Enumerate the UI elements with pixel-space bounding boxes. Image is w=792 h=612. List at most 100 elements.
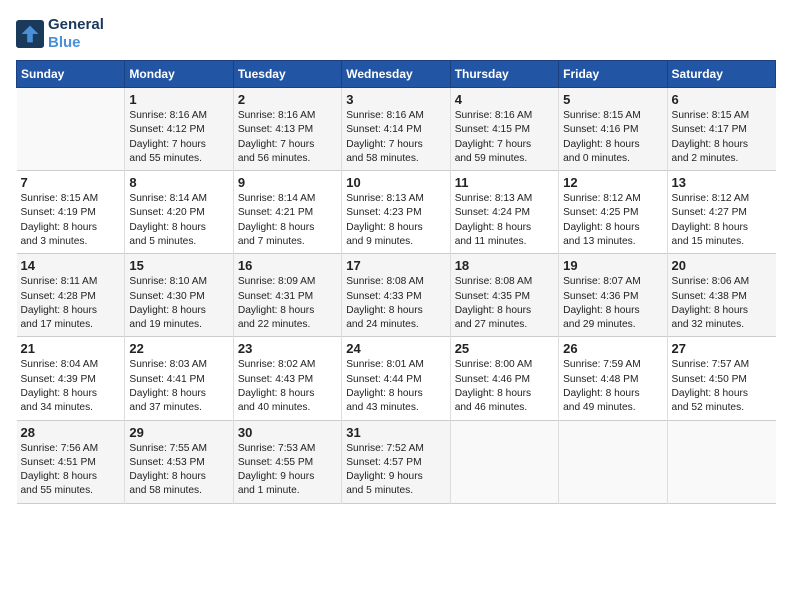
- day-number: 4: [455, 92, 554, 107]
- day-number: 2: [238, 92, 337, 107]
- calendar-cell: 6 Sunrise: 8:15 AM Sunset: 4:17 PM Daylig…: [667, 88, 775, 171]
- header-row: SundayMondayTuesdayWednesdayThursdayFrid…: [17, 61, 776, 88]
- day-number: 27: [672, 341, 772, 356]
- cell-content: Sunrise: 7:53 AM Sunset: 4:55 PM Dayligh…: [238, 442, 337, 499]
- day-number: 25: [455, 341, 554, 356]
- day-number: 1: [129, 92, 228, 107]
- cell-content: Sunrise: 8:16 AM Sunset: 4:12 PM Dayligh…: [129, 109, 228, 166]
- day-number: 8: [129, 175, 228, 190]
- cell-content: Sunrise: 8:15 AM Sunset: 4:17 PM Dayligh…: [672, 109, 772, 166]
- calendar-cell: 17Sunrise: 8:08 AM Sunset: 4:33 PM Dayli…: [342, 254, 450, 337]
- cell-content: Sunrise: 8:11 AM Sunset: 4:28 PM Dayligh…: [21, 275, 121, 332]
- calendar-cell: 29Sunrise: 7:55 AM Sunset: 4:53 PM Dayli…: [125, 420, 233, 503]
- day-number: 17: [346, 258, 445, 273]
- cell-content: Sunrise: 8:09 AM Sunset: 4:31 PM Dayligh…: [238, 275, 337, 332]
- calendar-cell: 18 Sunrise: 8:08 AM Sunset: 4:35 PM Dayli…: [450, 254, 558, 337]
- cell-content: Sunrise: 8:12 AM Sunset: 4:25 PM Dayligh…: [563, 192, 662, 249]
- day-number: 6: [672, 92, 772, 107]
- cell-content: Sunrise: 8:06 AM Sunset: 4:38 PM Dayligh…: [672, 275, 772, 332]
- cell-content: Sunrise: 8:08 AM Sunset: 4:35 PM Dayligh…: [455, 275, 554, 332]
- calendar-cell: 1 Sunrise: 8:16 AM Sunset: 4:12 PM Daylig…: [125, 88, 233, 171]
- week-row-5: 28 Sunrise: 7:56 AM Sunset: 4:51 PM Dayli…: [17, 420, 776, 503]
- day-number: 28: [21, 425, 121, 440]
- calendar-cell: 15 Sunrise: 8:10 AM Sunset: 4:30 PM Dayli…: [125, 254, 233, 337]
- day-number: 21: [21, 341, 121, 356]
- header: General Blue: [16, 16, 776, 52]
- day-number: 30: [238, 425, 337, 440]
- cell-content: Sunrise: 8:16 AM Sunset: 4:15 PM Dayligh…: [455, 109, 554, 166]
- week-row-4: 21Sunrise: 8:04 AM Sunset: 4:39 PM Dayli…: [17, 337, 776, 420]
- calendar-cell: 16 Sunrise: 8:09 AM Sunset: 4:31 PM Dayli…: [233, 254, 341, 337]
- day-number: 18: [455, 258, 554, 273]
- day-number: 19: [563, 258, 662, 273]
- week-row-2: 7Sunrise: 8:15 AM Sunset: 4:19 PM Daylig…: [17, 171, 776, 254]
- cell-content: Sunrise: 7:57 AM Sunset: 4:50 PM Dayligh…: [672, 358, 772, 415]
- cell-content: Sunrise: 7:52 AM Sunset: 4:57 PM Dayligh…: [346, 442, 445, 499]
- cell-content: Sunrise: 8:14 AM Sunset: 4:20 PM Dayligh…: [129, 192, 228, 249]
- day-number: 20: [672, 258, 772, 273]
- cell-content: Sunrise: 8:16 AM Sunset: 4:13 PM Dayligh…: [238, 109, 337, 166]
- day-number: 5: [563, 92, 662, 107]
- cell-content: Sunrise: 8:12 AM Sunset: 4:27 PM Dayligh…: [672, 192, 772, 249]
- cell-content: Sunrise: 7:56 AM Sunset: 4:51 PM Dayligh…: [21, 442, 121, 499]
- calendar-cell: 8 Sunrise: 8:14 AM Sunset: 4:20 PM Daylig…: [125, 171, 233, 254]
- cell-content: Sunrise: 8:07 AM Sunset: 4:36 PM Dayligh…: [563, 275, 662, 332]
- day-number: 9: [238, 175, 337, 190]
- day-number: 3: [346, 92, 445, 107]
- calendar-cell: 19 Sunrise: 8:07 AM Sunset: 4:36 PM Dayli…: [559, 254, 667, 337]
- day-number: 11: [455, 175, 554, 190]
- calendar-cell: 9 Sunrise: 8:14 AM Sunset: 4:21 PM Daylig…: [233, 171, 341, 254]
- cell-content: Sunrise: 8:16 AM Sunset: 4:14 PM Dayligh…: [346, 109, 445, 166]
- calendar-cell: 24Sunrise: 8:01 AM Sunset: 4:44 PM Dayli…: [342, 337, 450, 420]
- day-number: 15: [129, 258, 228, 273]
- calendar-cell: 2 Sunrise: 8:16 AM Sunset: 4:13 PM Daylig…: [233, 88, 341, 171]
- day-number: 13: [672, 175, 772, 190]
- column-header-saturday: Saturday: [667, 61, 775, 88]
- day-number: 29: [129, 425, 228, 440]
- cell-content: Sunrise: 8:00 AM Sunset: 4:46 PM Dayligh…: [455, 358, 554, 415]
- calendar-cell: 10Sunrise: 8:13 AM Sunset: 4:23 PM Dayli…: [342, 171, 450, 254]
- calendar-cell: [17, 88, 125, 171]
- calendar-cell: 7Sunrise: 8:15 AM Sunset: 4:19 PM Daylig…: [17, 171, 125, 254]
- cell-content: Sunrise: 8:13 AM Sunset: 4:24 PM Dayligh…: [455, 192, 554, 249]
- calendar-cell: 12 Sunrise: 8:12 AM Sunset: 4:25 PM Dayli…: [559, 171, 667, 254]
- cell-content: Sunrise: 8:14 AM Sunset: 4:21 PM Dayligh…: [238, 192, 337, 249]
- cell-content: Sunrise: 8:02 AM Sunset: 4:43 PM Dayligh…: [238, 358, 337, 415]
- calendar-cell: 13 Sunrise: 8:12 AM Sunset: 4:27 PM Dayli…: [667, 171, 775, 254]
- day-number: 26: [563, 341, 662, 356]
- calendar-cell: 22Sunrise: 8:03 AM Sunset: 4:41 PM Dayli…: [125, 337, 233, 420]
- logo: General Blue: [16, 16, 104, 52]
- column-header-monday: Monday: [125, 61, 233, 88]
- column-header-tuesday: Tuesday: [233, 61, 341, 88]
- calendar-cell: 5 Sunrise: 8:15 AM Sunset: 4:16 PM Daylig…: [559, 88, 667, 171]
- day-number: 12: [563, 175, 662, 190]
- column-header-thursday: Thursday: [450, 61, 558, 88]
- week-row-3: 14 Sunrise: 8:11 AM Sunset: 4:28 PM Dayli…: [17, 254, 776, 337]
- calendar-cell: 28 Sunrise: 7:56 AM Sunset: 4:51 PM Dayli…: [17, 420, 125, 503]
- column-header-wednesday: Wednesday: [342, 61, 450, 88]
- cell-content: Sunrise: 8:10 AM Sunset: 4:30 PM Dayligh…: [129, 275, 228, 332]
- calendar-cell: 11 Sunrise: 8:13 AM Sunset: 4:24 PM Dayli…: [450, 171, 558, 254]
- cell-content: Sunrise: 8:15 AM Sunset: 4:16 PM Dayligh…: [563, 109, 662, 166]
- calendar-cell: 21Sunrise: 8:04 AM Sunset: 4:39 PM Dayli…: [17, 337, 125, 420]
- day-number: 16: [238, 258, 337, 273]
- column-header-friday: Friday: [559, 61, 667, 88]
- calendar-cell: 23 Sunrise: 8:02 AM Sunset: 4:43 PM Dayli…: [233, 337, 341, 420]
- day-number: 14: [21, 258, 121, 273]
- calendar-cell: 27 Sunrise: 7:57 AM Sunset: 4:50 PM Dayli…: [667, 337, 775, 420]
- day-number: 23: [238, 341, 337, 356]
- logo-icon: [16, 20, 44, 48]
- calendar-table: SundayMondayTuesdayWednesdayThursdayFrid…: [16, 60, 776, 504]
- calendar-cell: 20 Sunrise: 8:06 AM Sunset: 4:38 PM Dayli…: [667, 254, 775, 337]
- day-number: 31: [346, 425, 445, 440]
- cell-content: Sunrise: 8:15 AM Sunset: 4:19 PM Dayligh…: [21, 192, 121, 249]
- calendar-cell: 25 Sunrise: 8:00 AM Sunset: 4:46 PM Dayli…: [450, 337, 558, 420]
- calendar-cell: [559, 420, 667, 503]
- week-row-1: 1 Sunrise: 8:16 AM Sunset: 4:12 PM Daylig…: [17, 88, 776, 171]
- cell-content: Sunrise: 8:03 AM Sunset: 4:41 PM Dayligh…: [129, 358, 228, 415]
- calendar-cell: 3 Sunrise: 8:16 AM Sunset: 4:14 PM Daylig…: [342, 88, 450, 171]
- calendar-cell: 14 Sunrise: 8:11 AM Sunset: 4:28 PM Dayli…: [17, 254, 125, 337]
- cell-content: Sunrise: 8:01 AM Sunset: 4:44 PM Dayligh…: [346, 358, 445, 415]
- calendar-cell: 31 Sunrise: 7:52 AM Sunset: 4:57 PM Dayli…: [342, 420, 450, 503]
- calendar-cell: 26Sunrise: 7:59 AM Sunset: 4:48 PM Dayli…: [559, 337, 667, 420]
